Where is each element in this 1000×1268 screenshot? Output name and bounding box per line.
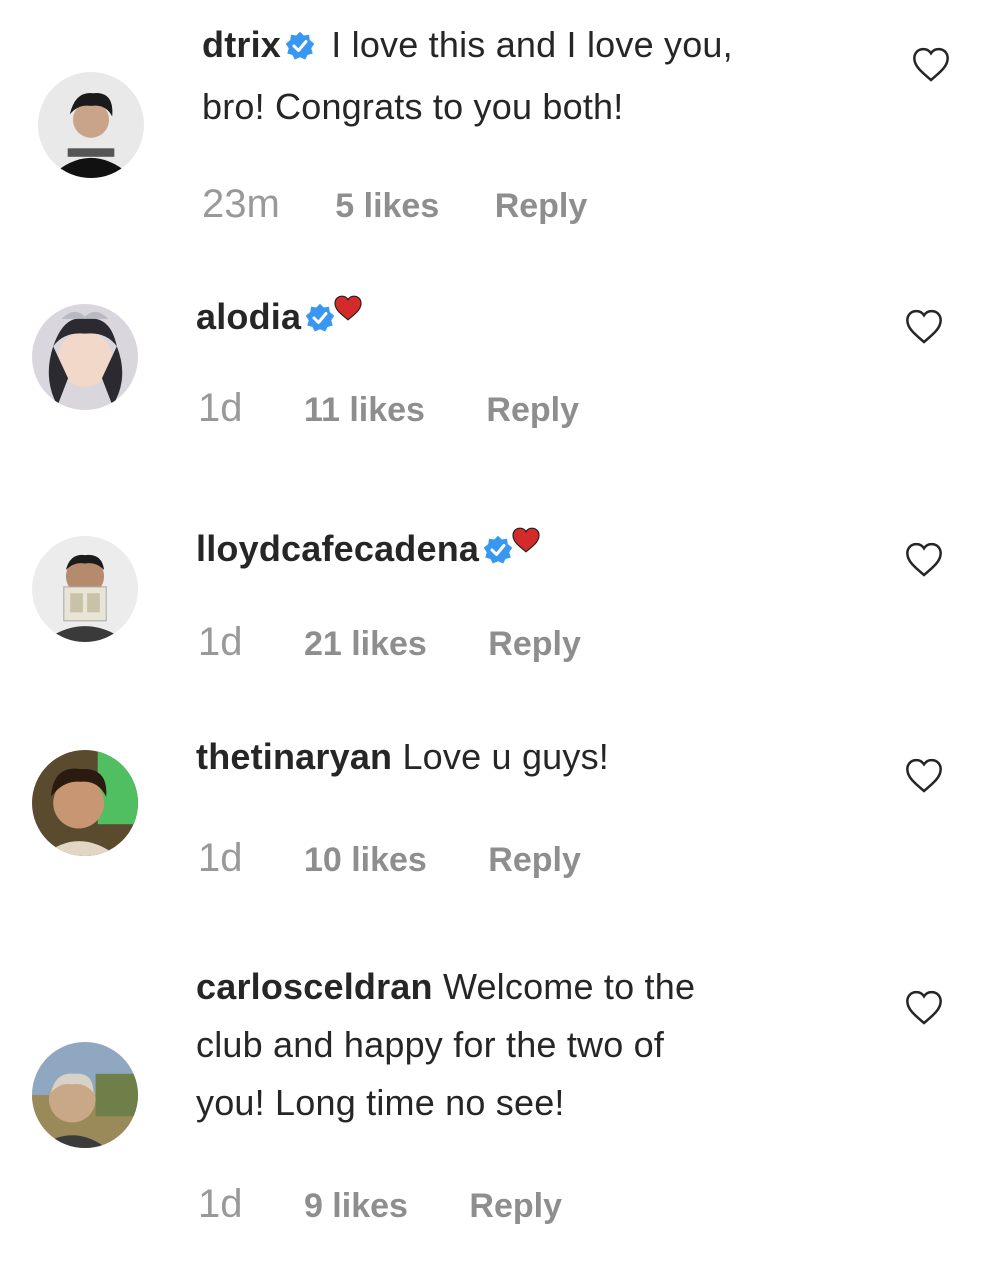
comment-meta: 1d 11 likes Reply xyxy=(198,386,579,431)
like-heart-icon[interactable] xyxy=(903,540,945,580)
avatar-image xyxy=(32,1042,138,1148)
like-count[interactable]: 5 likes xyxy=(335,187,439,226)
like-heart-icon[interactable] xyxy=(903,756,945,796)
comment-username[interactable]: dtrix xyxy=(202,24,281,65)
comment-body: carlosceldran Welcome to the club and ha… xyxy=(196,958,876,1132)
comment-item: carlosceldran Welcome to the club and ha… xyxy=(0,940,1000,1268)
reply-button[interactable]: Reply xyxy=(486,391,579,430)
comment-body: dtrix I love this and I love you, bro! C… xyxy=(202,16,862,136)
avatar[interactable] xyxy=(32,1042,138,1148)
verified-badge-icon xyxy=(305,292,335,350)
comment-text-line: Welcome to the xyxy=(442,966,696,1007)
comment-username[interactable]: carlosceldran xyxy=(196,966,433,1007)
avatar-image xyxy=(32,304,138,410)
verified-badge-icon xyxy=(285,20,315,78)
comment-body: alodia xyxy=(196,280,856,350)
red-heart-emoji-icon xyxy=(333,280,363,338)
comment-text-line: you! Long time no see! xyxy=(196,1082,565,1123)
comment-text-line: bro! Congrats to you both! xyxy=(202,86,624,127)
comment-meta: 23m 5 likes Reply xyxy=(202,182,587,227)
verified-badge-icon xyxy=(483,524,513,582)
comment-time: 23m xyxy=(202,182,280,226)
like-count[interactable]: 11 likes xyxy=(304,391,425,430)
like-count[interactable]: 21 likes xyxy=(304,625,427,664)
comment-time: 1d xyxy=(198,386,243,430)
comment-time: 1d xyxy=(198,620,243,664)
like-count[interactable]: 9 likes xyxy=(304,1187,408,1226)
comment-body: thetinaryan Love u guys! xyxy=(196,728,876,786)
comment-time: 1d xyxy=(198,1182,243,1226)
comment-time: 1d xyxy=(198,836,243,880)
like-heart-icon[interactable] xyxy=(903,988,945,1028)
comment-text-line: club and happy for the two of xyxy=(196,1024,665,1065)
avatar[interactable] xyxy=(38,72,144,178)
comment-item: lloydcafecadena 1d 21 likes Reply xyxy=(0,480,1000,710)
comment-username[interactable]: alodia xyxy=(196,296,301,337)
reply-button[interactable]: Reply xyxy=(488,841,581,880)
avatar-image xyxy=(32,536,138,642)
avatar[interactable] xyxy=(32,750,138,856)
avatar-image xyxy=(38,72,144,178)
comment-username[interactable]: lloydcafecadena xyxy=(196,528,479,569)
avatar[interactable] xyxy=(32,304,138,410)
comment-item: dtrix I love this and I love you, bro! C… xyxy=(0,0,1000,260)
like-heart-icon[interactable] xyxy=(903,307,945,347)
comment-item: thetinaryan Love u guys! 1d 10 likes Rep… xyxy=(0,710,1000,940)
comment-username[interactable]: thetinaryan xyxy=(196,736,392,777)
comment-meta: 1d 10 likes Reply xyxy=(198,836,581,881)
like-count[interactable]: 10 likes xyxy=(304,841,427,880)
red-heart-emoji-icon xyxy=(511,512,541,570)
like-heart-icon[interactable] xyxy=(910,45,952,85)
comment-text-line: Love u guys! xyxy=(402,736,609,777)
comment-item: alodia 1d 11 likes Reply xyxy=(0,260,1000,480)
avatar[interactable] xyxy=(32,536,138,642)
reply-button[interactable]: Reply xyxy=(495,187,588,226)
comment-meta: 1d 21 likes Reply xyxy=(198,620,581,665)
reply-button[interactable]: Reply xyxy=(469,1187,562,1226)
reply-button[interactable]: Reply xyxy=(488,625,581,664)
comment-body: lloydcafecadena xyxy=(196,512,856,582)
comment-text-line: I love this and I love you, xyxy=(331,24,733,65)
avatar-image xyxy=(32,750,138,856)
comment-meta: 1d 9 likes Reply xyxy=(198,1182,562,1227)
